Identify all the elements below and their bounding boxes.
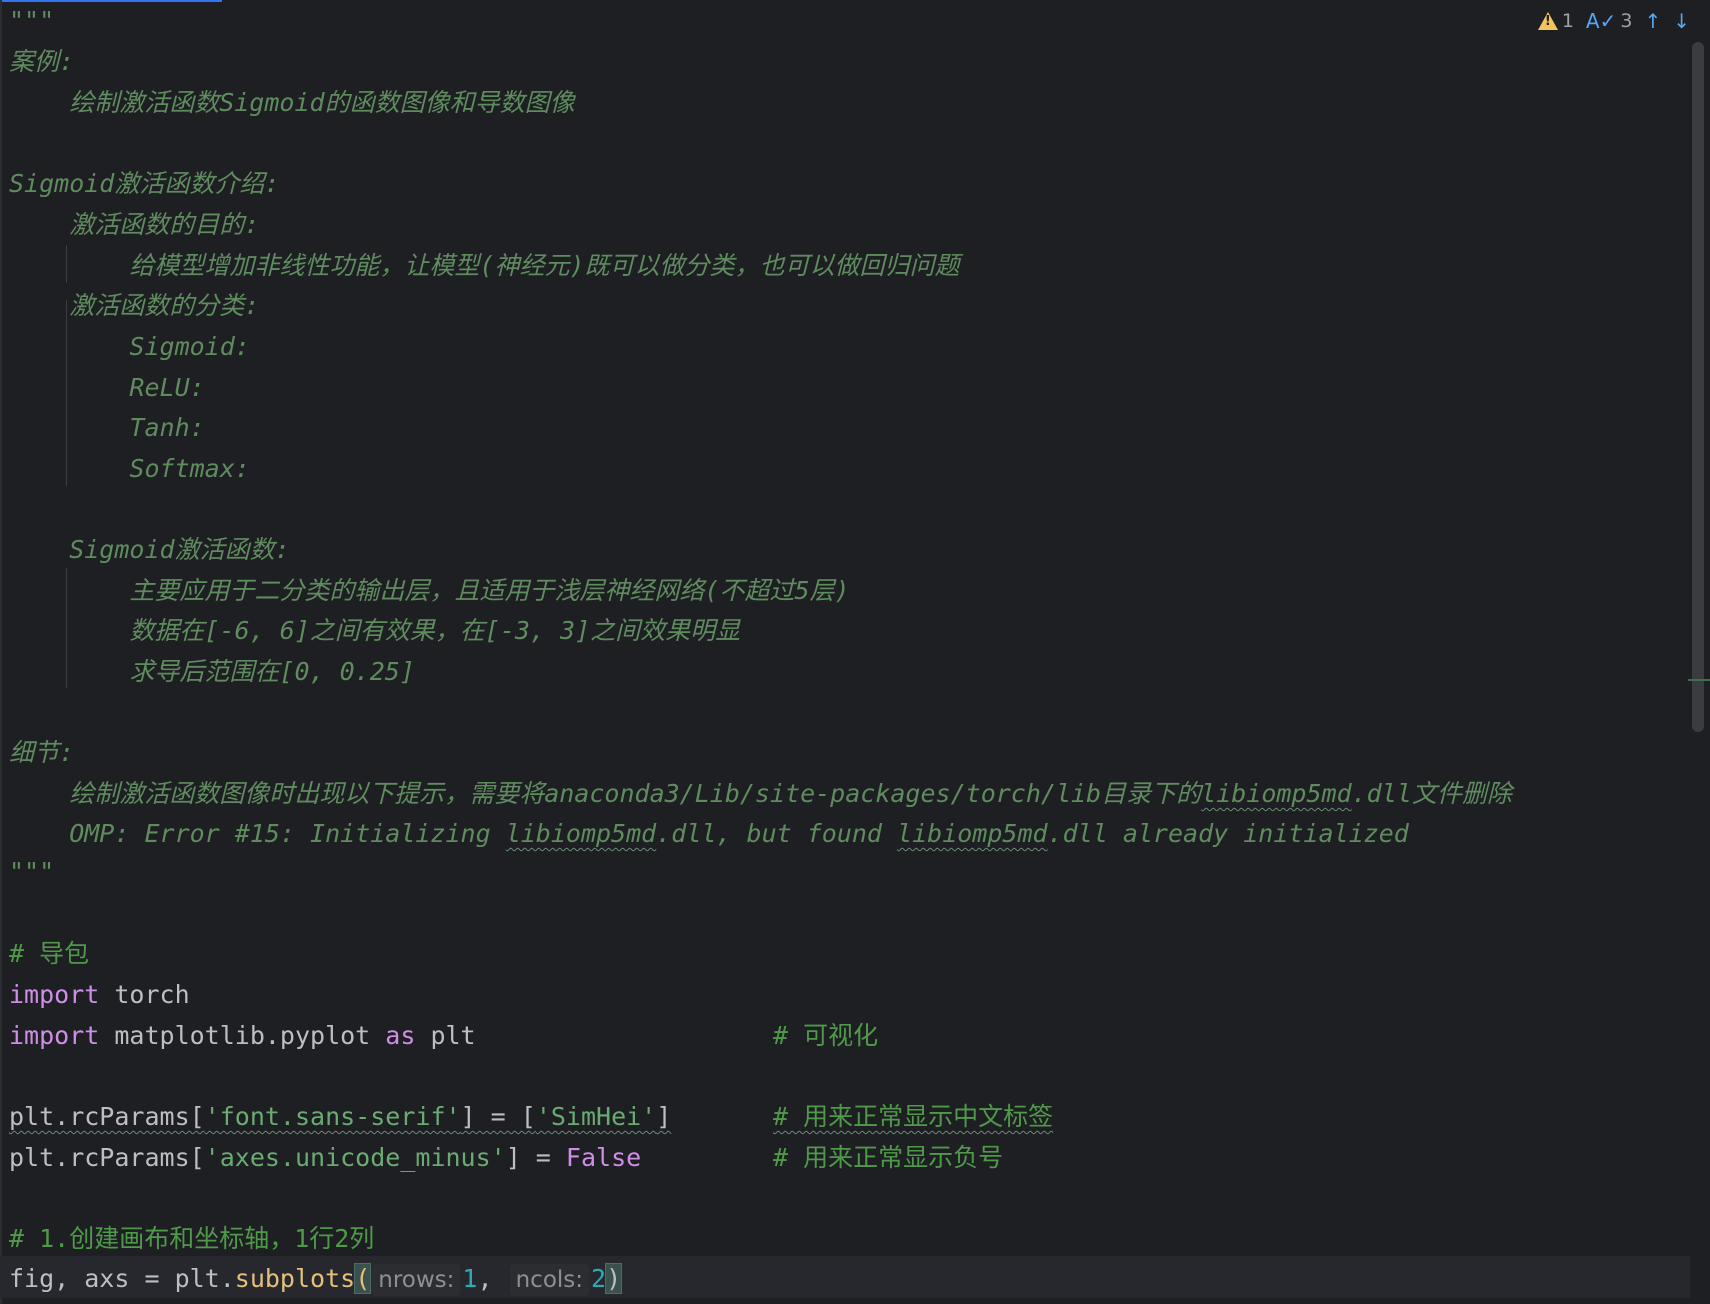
gutter-border xyxy=(0,0,2,1304)
code-comment: # 可视化 xyxy=(773,1021,879,1050)
text-segment: OMP: Error #15: Initializing xyxy=(9,819,506,848)
code-line: 求导后范围在[0, 0.25] xyxy=(9,657,415,686)
code-line: 绘制激活函数Sigmoid的函数图像和导数图像 xyxy=(9,88,575,117)
prev-problem-icon[interactable]: ↑ xyxy=(1644,9,1661,33)
keyword: import xyxy=(9,1021,100,1050)
code-comment: # 用来正常显示负号 xyxy=(773,1143,1004,1172)
vertical-scrollbar-thumb[interactable] xyxy=(1692,42,1704,732)
module-name: torch xyxy=(99,980,190,1009)
typo-count: 3 xyxy=(1620,10,1633,32)
scrollbar-marker xyxy=(1688,679,1710,681)
code-line: Tanh: xyxy=(9,413,205,442)
param-hint-ncols: ncols: xyxy=(509,1264,590,1296)
code-comment: ​# 用来正常显示中文标签 xyxy=(668,1096,1074,1137)
text-segment: 绘制激活函数图像时出现以下提示，需要将anaconda3/Lib/site-pa… xyxy=(9,779,1202,808)
code-line: Sigmoid激活函数: xyxy=(9,535,290,564)
text-segment: .dll already initialized xyxy=(1047,819,1409,848)
code-comment: # 导包 xyxy=(9,939,90,968)
keyword: import xyxy=(9,980,100,1009)
typo-word[interactable]: libiomp5md xyxy=(1201,779,1352,808)
code-line: plt.rcParams['font.sans-serif'] = ['SimH… xyxy=(9,1096,671,1137)
matched-bracket-open: ( xyxy=(354,1263,372,1294)
comment-text: # 用来正常显示中文标签 xyxy=(773,1102,1054,1131)
code-line: 激活函数的分类: xyxy=(9,291,260,320)
code-line: Sigmoid激活函数介绍: xyxy=(9,169,280,198)
code-token: fig, axs = plt. xyxy=(9,1264,235,1293)
next-problem-icon[interactable]: ↓ xyxy=(1673,9,1690,33)
code-line: import torch xyxy=(9,974,190,1015)
param-hint-nrows: nrows: xyxy=(372,1264,461,1296)
typo-indicator[interactable]: A✓ 3 xyxy=(1586,9,1633,33)
inspection-widget[interactable]: ! 1 A✓ 3 ↑ ↓ xyxy=(1537,8,1690,34)
code-line: 细节: xyxy=(9,738,75,767)
string-literal: 'SimHei' xyxy=(535,1102,657,1131)
typo-icon: A✓ xyxy=(1585,9,1617,33)
function-name: subplots xyxy=(234,1264,356,1293)
warning-indicator[interactable]: ! 1 xyxy=(1537,10,1574,32)
code-token: plt.rcParams[ xyxy=(9,1143,205,1172)
code-token: ] = [ xyxy=(460,1102,536,1131)
code-line: 绘制激活函数图像时出现以下提示，需要将anaconda3/Lib/site-pa… xyxy=(9,773,1512,814)
code-line: Softmax: xyxy=(9,454,250,483)
code-line: plt.rcParams['axes.unicode_minus'] = Fal… xyxy=(9,1137,641,1178)
string-literal: 'font.sans-serif' xyxy=(204,1102,461,1131)
module-name: matplotlib.pyplot xyxy=(99,1021,386,1050)
code-line: 数据在[-6, 6]之间有效果，在[-3, 3]之间效果明显 xyxy=(9,616,741,645)
text-segment: .dll文件删除 xyxy=(1351,779,1512,808)
warned-statement[interactable]: plt.rcParams['font.sans-serif'] = ['SimH… xyxy=(9,1102,671,1131)
code-line: Sigmoid: xyxy=(9,332,250,361)
warning-count: 1 xyxy=(1561,10,1574,32)
docstring-open: """ xyxy=(9,6,55,35)
typo-word[interactable]: libiomp5md xyxy=(506,819,657,848)
warning-underline-gap: ​ xyxy=(668,1096,773,1137)
code-comment: # 1.创建画布和坐标轴，1行2列 xyxy=(9,1224,375,1253)
code-line: 给模型增加非线性功能，让模型(神经元)既可以做分类，也可以做回归问题 xyxy=(9,251,960,280)
code-line-current[interactable]: fig, axs = plt.subplots(nrows: 1, ncols: 2… xyxy=(9,1258,623,1299)
warning-icon: ! xyxy=(1537,12,1558,30)
code-line: 案例: xyxy=(9,47,75,76)
code-line: 激活函数的目的: xyxy=(9,210,260,239)
code-line: ReLU: xyxy=(9,373,205,402)
docstring-close: """ xyxy=(9,857,55,886)
code-token: plt.rcParams[ xyxy=(9,1102,205,1131)
code-editor[interactable]: ! 1 A✓ 3 ↑ ↓ """ 案例: 绘制激活函数Sigmoid的函数图像和… xyxy=(0,0,1710,1304)
keyword: False xyxy=(565,1143,642,1172)
typo-word[interactable]: libiomp5md xyxy=(897,819,1048,848)
number-literal: 2 xyxy=(591,1264,607,1293)
alias-name: plt xyxy=(415,1021,476,1050)
string-literal: 'axes.unicode_minus' xyxy=(204,1143,506,1172)
code-line: import matplotlib.pyplot as plt xyxy=(9,1015,476,1056)
code-line: OMP: Error #15: Initializing libiomp5md.… xyxy=(9,813,1409,854)
number-literal: 1 xyxy=(462,1264,478,1293)
code-line: 主要应用于二分类的输出层，且适用于浅层神经网络(不超过5层) xyxy=(9,576,850,605)
code-token: ] = xyxy=(505,1143,566,1172)
text-segment: .dll, but found xyxy=(656,819,898,848)
matched-bracket-close: ) xyxy=(605,1263,623,1294)
keyword: as xyxy=(385,1021,416,1050)
code-token: , xyxy=(477,1264,493,1293)
